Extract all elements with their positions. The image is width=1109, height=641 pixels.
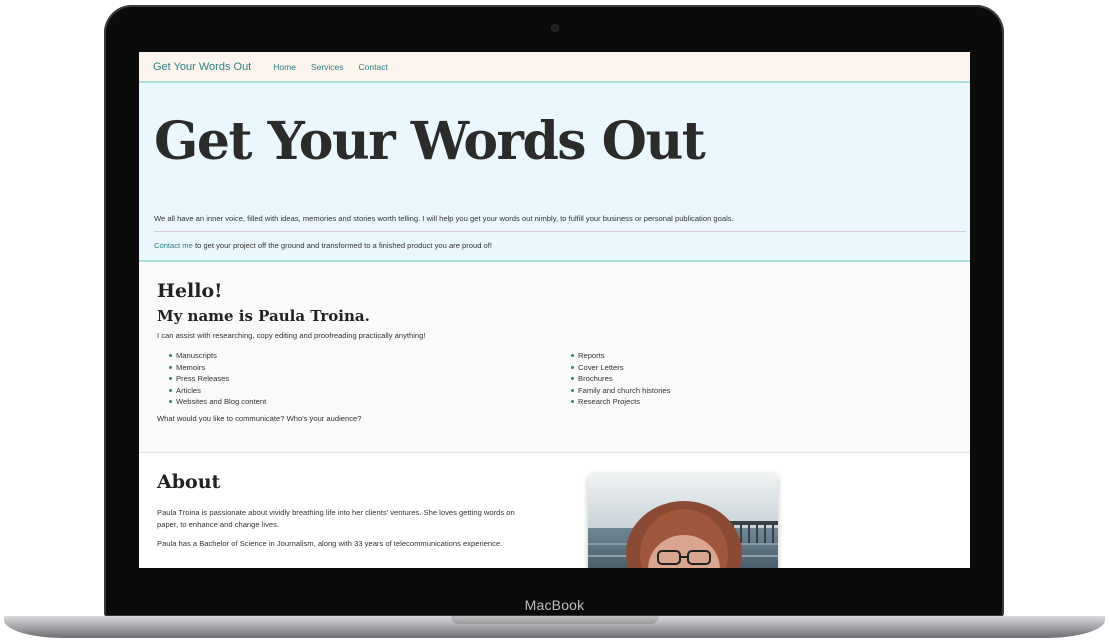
about-paragraph-1: Paula Troina is passionate about vividly… bbox=[157, 508, 515, 529]
list-item: Websites and Blog content bbox=[157, 396, 266, 408]
services-list-left: Manuscripts Memoirs Press Releases Artic… bbox=[157, 350, 266, 408]
camera-icon bbox=[551, 24, 559, 32]
list-item: Memoirs bbox=[157, 362, 266, 374]
profile-photo bbox=[588, 473, 778, 568]
list-item: Brochures bbox=[559, 373, 670, 385]
hello-question: What would you like to communicate? Who'… bbox=[157, 414, 362, 423]
list-item: Research Projects bbox=[559, 396, 670, 408]
hello-text: I can assist with researching, copy edit… bbox=[157, 331, 426, 340]
hero-intro-text: We all have an inner voice, filled with … bbox=[154, 214, 734, 223]
nav-link-home[interactable]: Home bbox=[273, 62, 296, 72]
nav-brand-link[interactable]: Get Your Words Out bbox=[153, 61, 251, 73]
contact-me-link[interactable]: Contact me bbox=[154, 241, 193, 250]
nav-link-contact[interactable]: Contact bbox=[359, 62, 388, 72]
about-section: About Paula Troina is passionate about v… bbox=[139, 453, 970, 568]
list-item: Press Releases bbox=[157, 373, 266, 385]
hello-section: Hello! My name is Paula Troina. I can as… bbox=[139, 262, 970, 453]
services-list-right: Reports Cover Letters Brochures Family a… bbox=[559, 350, 670, 408]
laptop-brand-label: MacBook bbox=[524, 597, 585, 613]
hero-title: Get Your Words Out bbox=[154, 111, 706, 172]
hero-cta-rest: to get your project off the ground and t… bbox=[192, 241, 492, 250]
hello-title: Hello! bbox=[157, 280, 223, 302]
list-item: Articles bbox=[157, 385, 266, 397]
nav-link-services[interactable]: Services bbox=[311, 62, 344, 72]
list-item: Reports bbox=[559, 350, 670, 362]
hero-section: Get Your Words Out We all have an inner … bbox=[139, 83, 970, 262]
list-item: Manuscripts bbox=[157, 350, 266, 362]
about-title: About bbox=[157, 471, 221, 493]
navbar: Get Your Words Out Home Services Contact bbox=[139, 52, 970, 83]
hero-cta-text: Contact me to get your project off the g… bbox=[154, 241, 492, 250]
laptop-notch bbox=[451, 616, 659, 624]
list-item: Cover Letters bbox=[559, 362, 670, 374]
profile-photo-image bbox=[588, 473, 778, 568]
about-paragraph-2: Paula has a Bachelor of Science in Journ… bbox=[157, 539, 503, 548]
list-item: Family and church histories bbox=[559, 385, 670, 397]
browser-screen: Get Your Words Out Home Services Contact… bbox=[139, 52, 970, 568]
hello-subtitle: My name is Paula Troina. bbox=[157, 307, 370, 325]
hero-divider bbox=[154, 231, 966, 232]
